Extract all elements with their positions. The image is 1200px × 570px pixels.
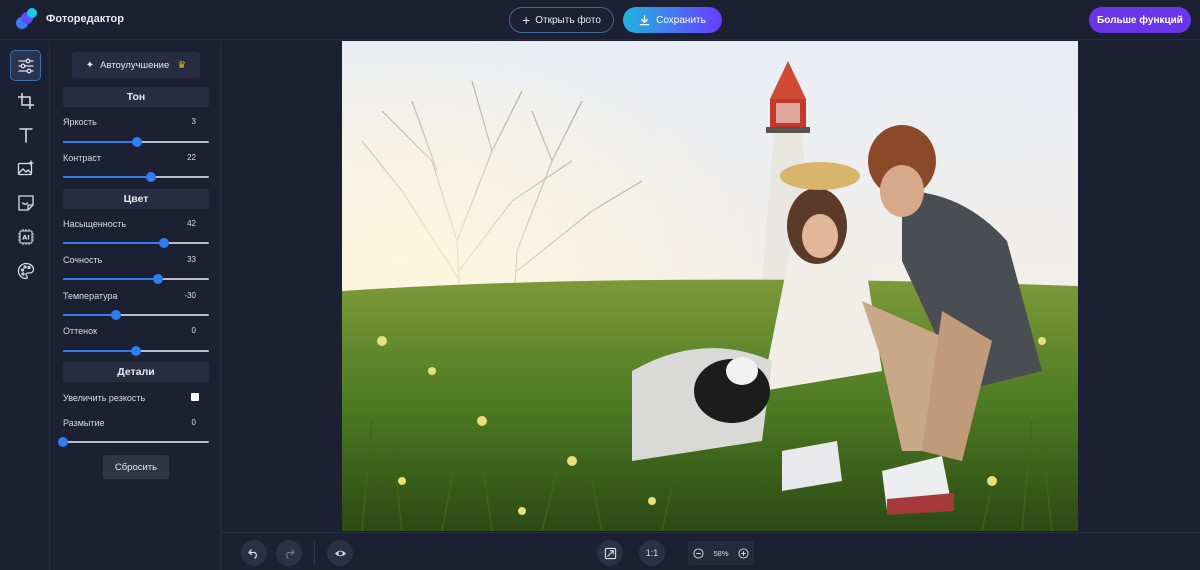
redo-icon (286, 549, 295, 559)
blur-slider-thumb[interactable] (58, 437, 68, 447)
vibrance-label: Сочность (63, 255, 103, 265)
tint-slider-thumb[interactable] (131, 346, 141, 356)
fit-screen-button[interactable] (597, 540, 623, 566)
app-title: Фоторедактор (46, 13, 124, 25)
blur-label: Размытие (63, 418, 105, 428)
temperature-slider-thumb[interactable] (110, 310, 121, 320)
palette-icon (17, 262, 34, 279)
top-bar: Фоторедактор + Открыть фото Сохранить Бо… (0, 0, 1200, 40)
more-features-button[interactable]: Больше функций (1089, 7, 1191, 33)
section-tone-title: Тон (63, 87, 209, 107)
brightness-slider[interactable] (63, 137, 209, 147)
sharpen-label: Увеличить резкость (63, 393, 146, 403)
tool-rail: AI (0, 41, 50, 570)
temperature-slider[interactable] (63, 310, 209, 320)
preview-button[interactable] (327, 540, 353, 566)
photo-canvas[interactable] (342, 41, 1078, 531)
canvas-area (222, 41, 1200, 531)
temperature-value: -30 (184, 291, 196, 300)
sharpen-checkbox[interactable] (191, 393, 199, 401)
zoom-out-button[interactable] (692, 547, 704, 559)
brightness-slider-thumb[interactable] (132, 137, 143, 147)
tool-sticker[interactable] (10, 187, 41, 218)
reset-label: Сбросить (114, 461, 158, 473)
sticker-icon (17, 194, 34, 211)
saturation-label: Насыщенность (63, 219, 127, 229)
photo-image (342, 41, 1078, 531)
zoom-level: 58% (713, 548, 729, 558)
save-button[interactable]: Сохранить (623, 7, 722, 33)
svg-text:AI: AI (22, 233, 29, 241)
auto-enhance-button[interactable]: ✦ Автоулучшение ♛ (72, 52, 200, 78)
plus-icon: + (522, 12, 531, 28)
more-features-label: Больше функций (1097, 14, 1183, 26)
app-logo-icon (16, 8, 38, 30)
undo-button[interactable] (241, 540, 267, 566)
blur-value: 0 (191, 418, 196, 427)
tint-label: Оттенок (63, 326, 98, 336)
text-icon (18, 127, 33, 143)
tool-image[interactable] (10, 153, 41, 184)
contrast-slider-thumb[interactable] (145, 172, 156, 182)
saturation-value: 42 (187, 219, 196, 228)
brightness-label: Яркость (63, 117, 97, 127)
ai-chip-icon: AI (17, 228, 34, 245)
actual-size-label: 1:1 (645, 548, 659, 558)
crown-icon: ♛ (177, 59, 187, 71)
saturation-slider-thumb[interactable] (158, 238, 169, 248)
undo-icon (248, 549, 257, 559)
save-label: Сохранить (656, 14, 706, 26)
redo-button[interactable] (276, 540, 302, 566)
open-photo-button[interactable]: + Открыть фото (509, 7, 614, 33)
toolbar-divider (314, 541, 315, 565)
tool-crop[interactable] (10, 85, 41, 116)
sliders-icon (17, 58, 34, 73)
vibrance-value: 33 (187, 255, 196, 264)
contrast-value: 22 (187, 153, 196, 162)
zoom-in-icon (738, 547, 750, 559)
tool-ai[interactable]: AI (10, 221, 41, 252)
zoom-control: 58% (688, 541, 754, 565)
image-add-icon (17, 159, 34, 175)
bottom-bar: 1:1 58% (222, 532, 1200, 570)
zoom-out-icon (692, 547, 704, 559)
tint-value: 0 (191, 326, 196, 335)
tint-slider[interactable] (63, 346, 209, 356)
saturation-slider[interactable] (63, 238, 209, 248)
zoom-in-button[interactable] (738, 547, 750, 559)
brightness-value: 3 (191, 117, 196, 126)
tool-palette[interactable] (10, 255, 41, 286)
tool-text[interactable] (10, 119, 41, 150)
vibrance-slider[interactable] (63, 274, 209, 284)
auto-enhance-label: Автоулучшение (100, 59, 170, 71)
fit-screen-icon (604, 547, 616, 559)
download-icon (639, 14, 650, 25)
contrast-slider[interactable] (63, 172, 209, 182)
reset-button[interactable]: Сбросить (103, 455, 169, 479)
contrast-label: Контраст (63, 153, 101, 163)
open-photo-label: Открыть фото (535, 14, 601, 26)
temperature-label: Температура (63, 291, 118, 301)
crop-icon (17, 92, 34, 109)
section-color-title: Цвет (63, 189, 209, 209)
section-details-title: Детали (63, 362, 209, 382)
eye-icon (334, 550, 346, 556)
actual-size-button[interactable]: 1:1 (639, 540, 665, 566)
vibrance-slider-thumb[interactable] (152, 274, 163, 284)
tool-adjust[interactable] (10, 50, 41, 81)
magic-wand-icon: ✦ (85, 59, 95, 71)
blur-slider[interactable] (58, 437, 209, 447)
brand: Фоторедактор (16, 7, 124, 31)
adjust-panel: ✦ Автоулучшение ♛ Тон Яркость 3 Контраст… (51, 41, 221, 570)
